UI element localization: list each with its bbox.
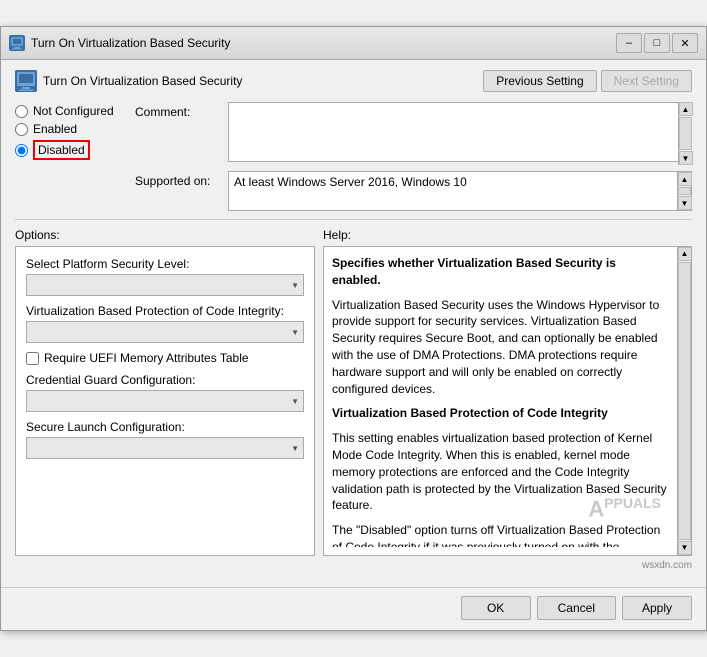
- bottom-bar: OK Cancel Apply: [1, 587, 706, 630]
- secure-launch-dropdown[interactable]: ▼: [26, 437, 304, 459]
- ok-button[interactable]: OK: [461, 596, 531, 620]
- uefi-label: Require UEFI Memory Attributes Table: [44, 351, 249, 365]
- code-integrity-dropdown[interactable]: ▼: [26, 321, 304, 343]
- help-scrollbar: ▲ ▼: [677, 247, 691, 555]
- help-scroll-thumb: [678, 262, 691, 540]
- help-para-2: Virtualization Based Protection of Code …: [332, 405, 667, 422]
- uefi-checkbox[interactable]: [26, 352, 39, 365]
- header-left: Turn On Virtualization Based Security: [15, 70, 242, 92]
- secure-launch-group: Secure Launch Configuration: ▼: [26, 420, 304, 459]
- options-label-container: Options:: [15, 228, 315, 242]
- secure-launch-arrow: ▼: [291, 444, 299, 453]
- next-setting-button[interactable]: Next Setting: [601, 70, 692, 92]
- radio-not-configured-label: Not Configured: [33, 104, 114, 118]
- apply-button[interactable]: Apply: [622, 596, 692, 620]
- help-para-4: The "Disabled" option turns off Virtuali…: [332, 522, 667, 547]
- cancel-button[interactable]: Cancel: [537, 596, 616, 620]
- options-help-row: Select Platform Security Level: ▼ Virtua…: [15, 246, 692, 556]
- help-para-0-strong: Specifies whether Virtualization Based S…: [332, 256, 616, 287]
- supported-on-value: At least Windows Server 2016, Windows 10: [234, 175, 483, 189]
- help-section-label: Help:: [323, 228, 351, 242]
- supported-scroll-thumb: [678, 187, 691, 195]
- scroll-down-arrow[interactable]: ▼: [679, 151, 693, 165]
- radio-disabled[interactable]: Disabled: [15, 140, 125, 160]
- divider: [15, 219, 692, 220]
- radio-disabled-input[interactable]: [15, 144, 28, 157]
- help-para-1: Virtualization Based Security uses the W…: [332, 297, 667, 398]
- comment-textarea[interactable]: [228, 102, 692, 162]
- supported-on-label: Supported on:: [135, 171, 220, 188]
- comment-field-row: Comment: ▲ ▼: [135, 102, 692, 165]
- code-integrity-arrow: ▼: [291, 328, 299, 337]
- radio-enabled-input[interactable]: [15, 123, 28, 136]
- credential-guard-label: Credential Guard Configuration:: [26, 373, 304, 387]
- comment-scrollbar: ▲ ▼: [678, 102, 692, 165]
- help-label-container: Help:: [323, 228, 692, 242]
- platform-security-arrow: ▼: [291, 281, 299, 290]
- prev-setting-button[interactable]: Previous Setting: [483, 70, 596, 92]
- minimize-button[interactable]: –: [616, 33, 642, 53]
- title-bar: Turn On Virtualization Based Security – …: [1, 27, 706, 60]
- options-panel: Select Platform Security Level: ▼ Virtua…: [15, 246, 315, 556]
- options-section-label: Options:: [15, 228, 60, 242]
- radio-enabled-label: Enabled: [33, 122, 77, 136]
- header-row: Turn On Virtualization Based Security Pr…: [15, 70, 692, 92]
- radio-not-configured[interactable]: Not Configured: [15, 104, 125, 118]
- scroll-thumb: [679, 117, 692, 150]
- maximize-button[interactable]: □: [644, 33, 670, 53]
- window-icon: [9, 35, 25, 51]
- radio-enabled[interactable]: Enabled: [15, 122, 125, 136]
- help-para-3: This setting enables virtualization base…: [332, 430, 667, 514]
- watermark-row: wsxdn.com: [15, 560, 692, 571]
- supported-scroll-up[interactable]: ▲: [678, 172, 692, 186]
- comment-label: Comment:: [135, 102, 220, 119]
- policy-icon: [15, 70, 37, 92]
- watermark-text: wsxdn.com: [642, 560, 692, 571]
- supported-on-field-row: Supported on: At least Windows Server 20…: [135, 171, 692, 211]
- credential-guard-arrow: ▼: [291, 397, 299, 406]
- help-scroll-up[interactable]: ▲: [678, 247, 692, 261]
- credential-guard-group: Credential Guard Configuration: ▼: [26, 373, 304, 412]
- code-integrity-group: Virtualization Based Protection of Code …: [26, 304, 304, 343]
- scroll-up-arrow[interactable]: ▲: [679, 102, 693, 116]
- form-section: Not Configured Enabled Disabled Comment:: [15, 102, 692, 211]
- platform-security-group: Select Platform Security Level: ▼: [26, 257, 304, 296]
- radio-group: Not Configured Enabled Disabled: [15, 102, 125, 211]
- title-bar-controls: – □ ✕: [616, 33, 698, 53]
- window-title: Turn On Virtualization Based Security: [31, 36, 230, 50]
- help-panel: Specifies whether Virtualization Based S…: [323, 246, 692, 556]
- help-scroll-down[interactable]: ▼: [678, 541, 692, 555]
- platform-security-dropdown[interactable]: ▼: [26, 274, 304, 296]
- content-area: Turn On Virtualization Based Security Pr…: [1, 60, 706, 581]
- help-para-0: Specifies whether Virtualization Based S…: [332, 255, 667, 289]
- radio-not-configured-input[interactable]: [15, 105, 28, 118]
- supported-scroll-down[interactable]: ▼: [678, 196, 692, 210]
- platform-security-label: Select Platform Security Level:: [26, 257, 304, 271]
- supported-on-box: At least Windows Server 2016, Windows 10…: [228, 171, 692, 211]
- title-bar-left: Turn On Virtualization Based Security: [9, 35, 230, 51]
- uefi-checkbox-row[interactable]: Require UEFI Memory Attributes Table: [26, 351, 304, 365]
- right-fields: Comment: ▲ ▼ Supported on: At: [135, 102, 692, 211]
- secure-launch-label: Secure Launch Configuration:: [26, 420, 304, 434]
- section-labels-row: Options: Help:: [15, 228, 692, 242]
- close-button[interactable]: ✕: [672, 33, 698, 53]
- radio-disabled-label: Disabled: [33, 140, 90, 160]
- credential-guard-dropdown[interactable]: ▼: [26, 390, 304, 412]
- help-text: Specifies whether Virtualization Based S…: [332, 255, 683, 547]
- main-window: Turn On Virtualization Based Security – …: [0, 26, 707, 631]
- header-title: Turn On Virtualization Based Security: [43, 74, 242, 88]
- code-integrity-label: Virtualization Based Protection of Code …: [26, 304, 304, 318]
- supported-on-scrollbar: ▲ ▼: [677, 172, 691, 210]
- nav-buttons: Previous Setting Next Setting: [483, 70, 692, 92]
